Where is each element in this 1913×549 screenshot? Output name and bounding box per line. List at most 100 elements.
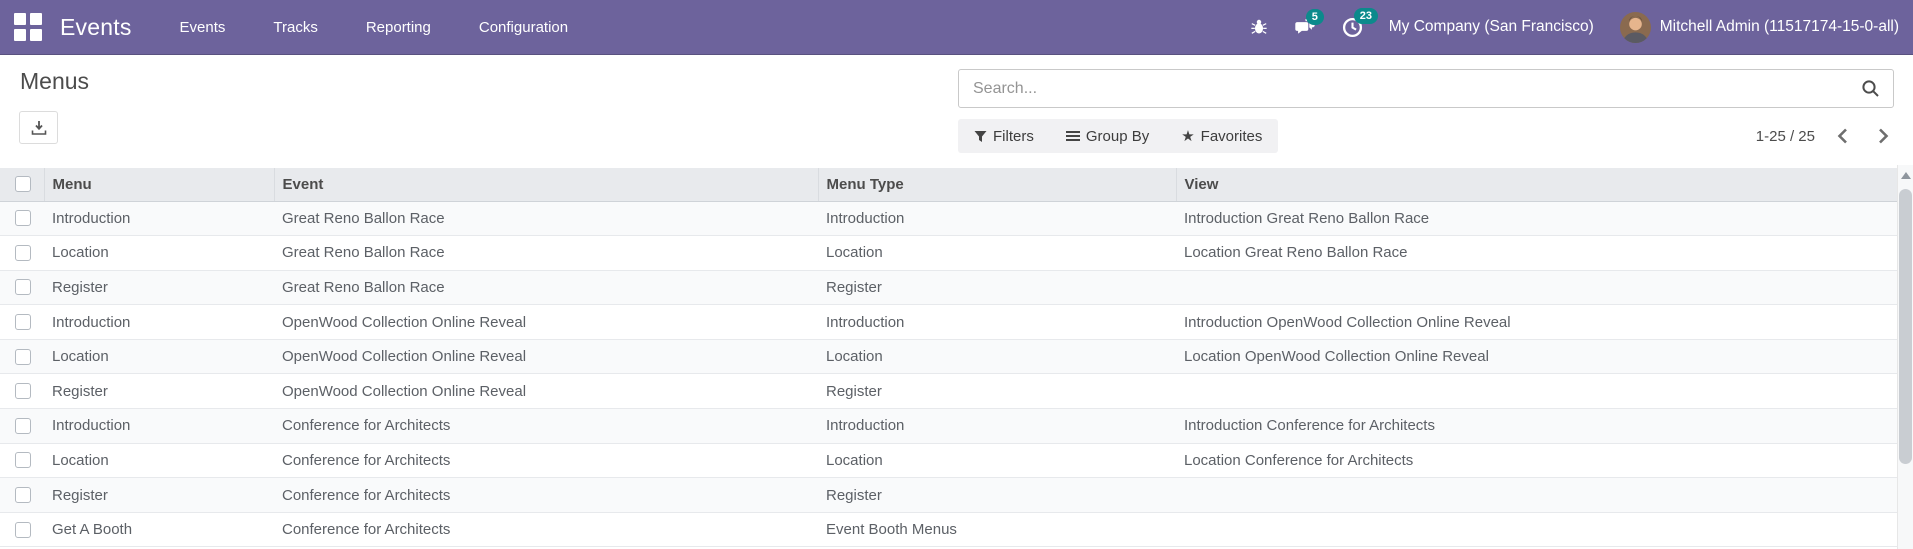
cell-menu-type[interactable]: Register — [818, 270, 1176, 306]
column-header-menu[interactable]: Menu — [44, 168, 275, 202]
row-checkbox[interactable] — [15, 210, 31, 227]
favorites-button[interactable]: ★ Favorites — [1181, 128, 1262, 145]
table-row[interactable]: Introduction Conference for Architects I… — [0, 408, 1897, 444]
row-checkbox[interactable] — [15, 487, 31, 504]
star-icon: ★ — [1181, 127, 1195, 145]
scrollbar-thumb[interactable] — [1899, 189, 1912, 464]
cell-menu[interactable]: Location — [44, 235, 274, 271]
cell-menu[interactable]: Introduction — [44, 201, 274, 237]
nav-item-tracks[interactable]: Tracks — [273, 0, 317, 55]
cell-menu[interactable]: Register — [44, 373, 274, 410]
row-checkbox[interactable] — [15, 383, 31, 400]
row-checkbox[interactable] — [15, 279, 31, 296]
cell-event[interactable]: OpenWood Collection Online Reveal — [274, 339, 818, 375]
table-row[interactable]: Location Conference for Architects Locat… — [0, 443, 1897, 479]
nav-item-events[interactable]: Events — [180, 0, 226, 55]
column-header-view[interactable]: View — [1176, 168, 1897, 202]
table-row[interactable]: Introduction Great Reno Ballon Race Intr… — [0, 201, 1897, 237]
cell-view[interactable]: Introduction Great Reno Ballon Race — [1176, 201, 1897, 237]
cell-menu[interactable]: Introduction — [44, 408, 274, 444]
table-row[interactable]: Register Conference for Architects Regis… — [0, 477, 1897, 513]
search-input[interactable] — [959, 70, 1861, 107]
messages-count-badge: 5 — [1305, 8, 1324, 25]
apps-grid-icon[interactable] — [14, 13, 42, 41]
column-header-event[interactable]: Event — [274, 168, 819, 202]
cell-view[interactable] — [1176, 477, 1897, 513]
select-all-header — [0, 168, 45, 202]
cell-view[interactable] — [1176, 373, 1897, 410]
cell-event[interactable]: Conference for Architects — [274, 512, 818, 548]
download-icon — [31, 120, 46, 135]
cell-menu-type[interactable]: Register — [818, 477, 1176, 513]
group-by-button[interactable]: Group By — [1065, 128, 1149, 145]
debug-bug-icon[interactable] — [1250, 18, 1268, 36]
table-row[interactable]: Get A Booth Conference for Architects Ev… — [0, 512, 1897, 548]
filters-button[interactable]: Filters — [974, 128, 1034, 145]
cell-view[interactable]: Introduction OpenWood Collection Online … — [1176, 304, 1897, 340]
nav-item-configuration[interactable]: Configuration — [479, 0, 568, 55]
row-checkbox[interactable] — [15, 348, 31, 365]
user-name: Mitchell Admin (11517174-15-0-all) — [1659, 18, 1899, 35]
messages-icon[interactable]: 5 — [1294, 8, 1324, 37]
cell-menu[interactable]: Location — [44, 443, 274, 479]
table-row[interactable]: Register Great Reno Ballon Race Register — [0, 270, 1897, 306]
cell-menu-type[interactable]: Introduction — [818, 408, 1176, 444]
row-checkbox[interactable] — [15, 244, 31, 261]
activities-clock-icon[interactable]: 23 — [1342, 7, 1378, 38]
cell-menu-type[interactable]: Event Booth Menus — [818, 512, 1176, 548]
nav-item-reporting[interactable]: Reporting — [366, 0, 431, 55]
export-button[interactable] — [19, 111, 58, 144]
row-checkbox[interactable] — [15, 417, 31, 434]
pager-previous-button[interactable] — [1829, 124, 1856, 148]
cell-menu[interactable]: Register — [44, 270, 274, 306]
cell-view[interactable]: Introduction Conference for Architects — [1176, 408, 1897, 444]
cell-view[interactable]: Location OpenWood Collection Online Reve… — [1176, 339, 1897, 375]
cell-view[interactable]: Location Conference for Architects — [1176, 443, 1897, 479]
pager-range[interactable]: 1-25 / 25 — [1756, 128, 1815, 145]
cell-menu-type[interactable]: Location — [818, 235, 1176, 271]
cell-menu-type[interactable]: Introduction — [818, 304, 1176, 340]
cell-menu[interactable]: Location — [44, 339, 274, 375]
table-row[interactable]: Location Great Reno Ballon Race Location… — [0, 235, 1897, 271]
cell-view[interactable] — [1176, 512, 1897, 548]
search-icon[interactable] — [1861, 79, 1893, 98]
group-by-icon — [1065, 131, 1080, 141]
pager: 1-25 / 25 — [1756, 119, 1897, 153]
cell-event[interactable]: Conference for Architects — [274, 443, 818, 479]
cell-event[interactable]: Great Reno Ballon Race — [274, 235, 818, 271]
cell-event[interactable]: Great Reno Ballon Race — [274, 201, 818, 237]
cell-event[interactable]: Conference for Architects — [274, 408, 818, 444]
row-checkbox[interactable] — [15, 452, 31, 469]
select-all-checkbox[interactable] — [15, 176, 31, 193]
cell-menu-type[interactable]: Register — [818, 373, 1176, 410]
search-options-bar: Filters Group By ★ Favorites — [958, 119, 1279, 153]
vertical-scrollbar[interactable] — [1897, 165, 1913, 549]
cell-event[interactable]: Great Reno Ballon Race — [274, 270, 818, 306]
table-row[interactable]: Register OpenWood Collection Online Reve… — [0, 373, 1897, 410]
cell-menu[interactable]: Introduction — [44, 304, 274, 340]
pager-next-button[interactable] — [1870, 124, 1897, 148]
app-title[interactable]: Events — [60, 14, 132, 41]
table-row[interactable]: Introduction OpenWood Collection Online … — [0, 304, 1897, 340]
cell-menu-type[interactable]: Location — [818, 339, 1176, 375]
user-menu[interactable]: Mitchell Admin (11517174-15-0-all) — [1619, 11, 1899, 43]
cell-menu-type[interactable]: Introduction — [818, 201, 1176, 237]
scroll-up-arrow-icon[interactable] — [1900, 172, 1911, 179]
row-checkbox[interactable] — [15, 314, 31, 331]
row-checkbox-cell — [0, 235, 44, 271]
cell-event[interactable]: Conference for Architects — [274, 477, 818, 513]
cell-view[interactable] — [1176, 270, 1897, 306]
cell-menu[interactable]: Register — [44, 477, 274, 513]
cell-event[interactable]: OpenWood Collection Online Reveal — [274, 304, 818, 340]
row-checkbox-cell — [0, 512, 44, 548]
company-switcher[interactable]: My Company (San Francisco) — [1389, 18, 1594, 36]
cell-menu-type[interactable]: Location — [818, 443, 1176, 479]
column-header-menu-type[interactable]: Menu Type — [818, 168, 1177, 202]
table-row[interactable]: Location OpenWood Collection Online Reve… — [0, 339, 1897, 375]
row-checkbox[interactable] — [15, 521, 31, 538]
avatar — [1619, 11, 1651, 43]
cell-menu[interactable]: Get A Booth — [44, 512, 274, 548]
cell-event[interactable]: OpenWood Collection Online Reveal — [274, 373, 818, 410]
row-checkbox-cell — [0, 373, 44, 410]
cell-view[interactable]: Location Great Reno Ballon Race — [1176, 235, 1897, 271]
